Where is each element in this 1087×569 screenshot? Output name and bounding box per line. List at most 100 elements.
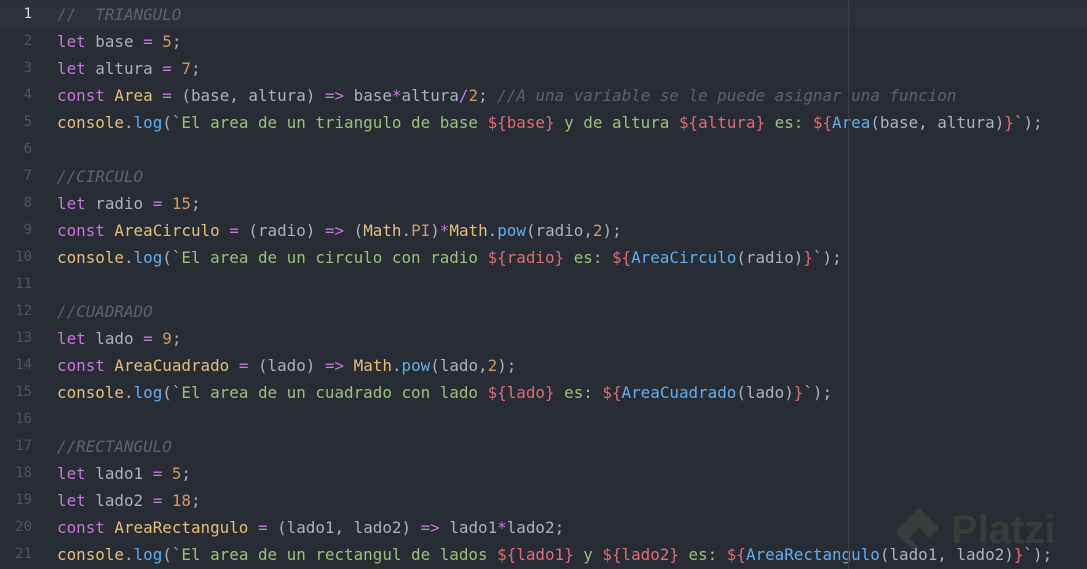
- code-text[interactable]: console.log(`El area de un cuadrado con …: [57, 379, 832, 406]
- wrap-guide: [848, 0, 849, 569]
- code-text[interactable]: let lado = 9;: [57, 325, 181, 352]
- code-token: `: [803, 383, 813, 402]
- code-text[interactable]: //RECTANGULO: [57, 433, 172, 460]
- code-token: =>: [324, 356, 345, 375]
- code-token: lado1: [516, 545, 565, 564]
- code-token: =: [152, 491, 163, 510]
- code-text[interactable]: let altura = 7;: [57, 55, 201, 82]
- code-text[interactable]: const AreaCirculo = (radio) => (Math.PI)…: [57, 217, 622, 244]
- code-line[interactable]: 8 let radio = 15;: [0, 190, 1087, 217]
- code-line[interactable]: 7 //CIRCULO: [0, 163, 1087, 190]
- code-token: es:: [554, 383, 603, 402]
- code-line[interactable]: 1 // TRIANGULO: [0, 1, 1087, 28]
- code-token: (: [344, 221, 364, 240]
- line-number: 9: [23, 222, 32, 238]
- code-token: =: [143, 32, 153, 51]
- code-token: let: [57, 59, 86, 78]
- line-number: 7: [23, 168, 32, 184]
- code-token: console: [57, 113, 124, 132]
- code-line[interactable]: 15 console.log(`El area de un cuadrado co…: [0, 379, 1087, 406]
- code-token: =: [152, 194, 163, 213]
- code-line[interactable]: 9 const AreaCirculo = (radio) => (Math.PI…: [0, 217, 1087, 244]
- code-text[interactable]: let lado2 = 18;: [57, 487, 201, 514]
- code-token: `: [812, 248, 823, 267]
- code-text[interactable]: console.log(`El area de un circulo con r…: [57, 244, 842, 271]
- code-line[interactable]: 2 let base = 5;: [0, 28, 1087, 55]
- code-token: (base, altura): [870, 113, 1005, 132]
- code-token: lado1: [439, 518, 498, 537]
- code-text[interactable]: const AreaRectangulo = (lado1, lado2) =>…: [57, 514, 564, 541]
- code-token: AreaRectangulo: [114, 518, 249, 537]
- code-token: `: [1023, 545, 1033, 564]
- code-token: lado1: [85, 464, 153, 483]
- code-line[interactable]: 19 let lado2 = 18;: [0, 487, 1087, 514]
- code-token: ): [430, 221, 440, 240]
- code-text[interactable]: //CUADRADO: [57, 298, 153, 325]
- code-line[interactable]: 20 const AreaRectangulo = (lado1, lado2) …: [0, 514, 1087, 541]
- code-token: log: [133, 545, 163, 564]
- code-token: //A una variable se le puede asignar una…: [497, 86, 957, 105]
- code-token: ;: [190, 194, 201, 213]
- code-token: .: [123, 383, 134, 402]
- code-line[interactable]: 14 const AreaCuadrado = (lado) => Math.po…: [0, 352, 1087, 379]
- code-token: ;: [171, 329, 182, 348]
- code-token: =: [162, 86, 172, 105]
- code-line[interactable]: 17 //RECTANGULO: [0, 433, 1087, 460]
- code-text[interactable]: let base = 5;: [57, 28, 181, 55]
- code-token: let: [57, 491, 86, 510]
- code-token: base: [506, 113, 545, 132]
- code-token: .: [487, 221, 498, 240]
- line-number: 13: [15, 330, 32, 346]
- code-token: (lado,: [430, 356, 488, 375]
- code-text[interactable]: let radio = 15;: [57, 190, 201, 217]
- code-token: lado2;: [506, 518, 565, 537]
- code-token: ${: [678, 113, 699, 132]
- code-token: `El area de un cuadrado con lado: [171, 383, 488, 402]
- code-token: =>: [324, 221, 345, 240]
- code-line[interactable]: 18 let lado1 = 5;: [0, 460, 1087, 487]
- code-line[interactable]: 13 let lado = 9;: [0, 325, 1087, 352]
- code-token: }: [1004, 113, 1014, 132]
- code-line[interactable]: 6: [0, 136, 1087, 163]
- code-token: let: [57, 194, 86, 213]
- code-line[interactable]: 12 //CUADRADO: [0, 298, 1087, 325]
- code-token: AreaCuadrado: [114, 356, 230, 375]
- code-line[interactable]: 10 console.log(`El area de un circulo con…: [0, 244, 1087, 271]
- code-token: (lado1, lado2): [879, 545, 1014, 564]
- code-line[interactable]: 21 console.log(`El area de un rectangul d…: [0, 541, 1087, 568]
- code-line[interactable]: 4 const Area = (base, altura) => base*alt…: [0, 82, 1087, 109]
- code-line[interactable]: 16: [0, 406, 1087, 433]
- code-token: =>: [324, 86, 345, 105]
- code-text[interactable]: console.log(`El area de un triangulo de …: [57, 109, 1043, 136]
- code-text[interactable]: const AreaCuadrado = (lado) => Math.pow(…: [57, 352, 516, 379]
- code-text[interactable]: //CIRCULO: [57, 163, 143, 190]
- code-line[interactable]: 11: [0, 271, 1087, 298]
- code-token: AreaCuadrado: [621, 383, 737, 402]
- code-text[interactable]: const Area = (base, altura) => base*altu…: [57, 82, 956, 109]
- line-number: 12: [15, 303, 32, 319]
- code-line[interactable]: 3 let altura = 7;: [0, 55, 1087, 82]
- code-line[interactable]: 5 console.log(`El area de un triangulo de…: [0, 109, 1087, 136]
- code-token: 5: [171, 464, 182, 483]
- code-token: const: [57, 518, 105, 537]
- line-number: 17: [15, 438, 32, 454]
- code-text[interactable]: console.log(`El area de un rectangul de …: [57, 541, 1052, 568]
- code-token: console: [57, 383, 124, 402]
- code-token: ${: [487, 383, 507, 402]
- code-text[interactable]: let lado1 = 5;: [57, 460, 191, 487]
- code-token: );: [1033, 545, 1053, 564]
- code-token: ;: [190, 491, 201, 510]
- code-token: *: [439, 221, 450, 240]
- code-editor[interactable]: 1 // TRIANGULO 2 let base = 5; 3 let altura =…: [0, 0, 1087, 569]
- code-text[interactable]: // TRIANGULO: [57, 1, 181, 28]
- code-token: );: [1023, 113, 1043, 132]
- code-token: `: [1013, 113, 1024, 132]
- code-token: base: [344, 86, 392, 105]
- line-number: 11: [15, 276, 32, 292]
- line-number: 5: [23, 114, 32, 130]
- code-token: );: [602, 221, 622, 240]
- code-token: 2: [487, 356, 498, 375]
